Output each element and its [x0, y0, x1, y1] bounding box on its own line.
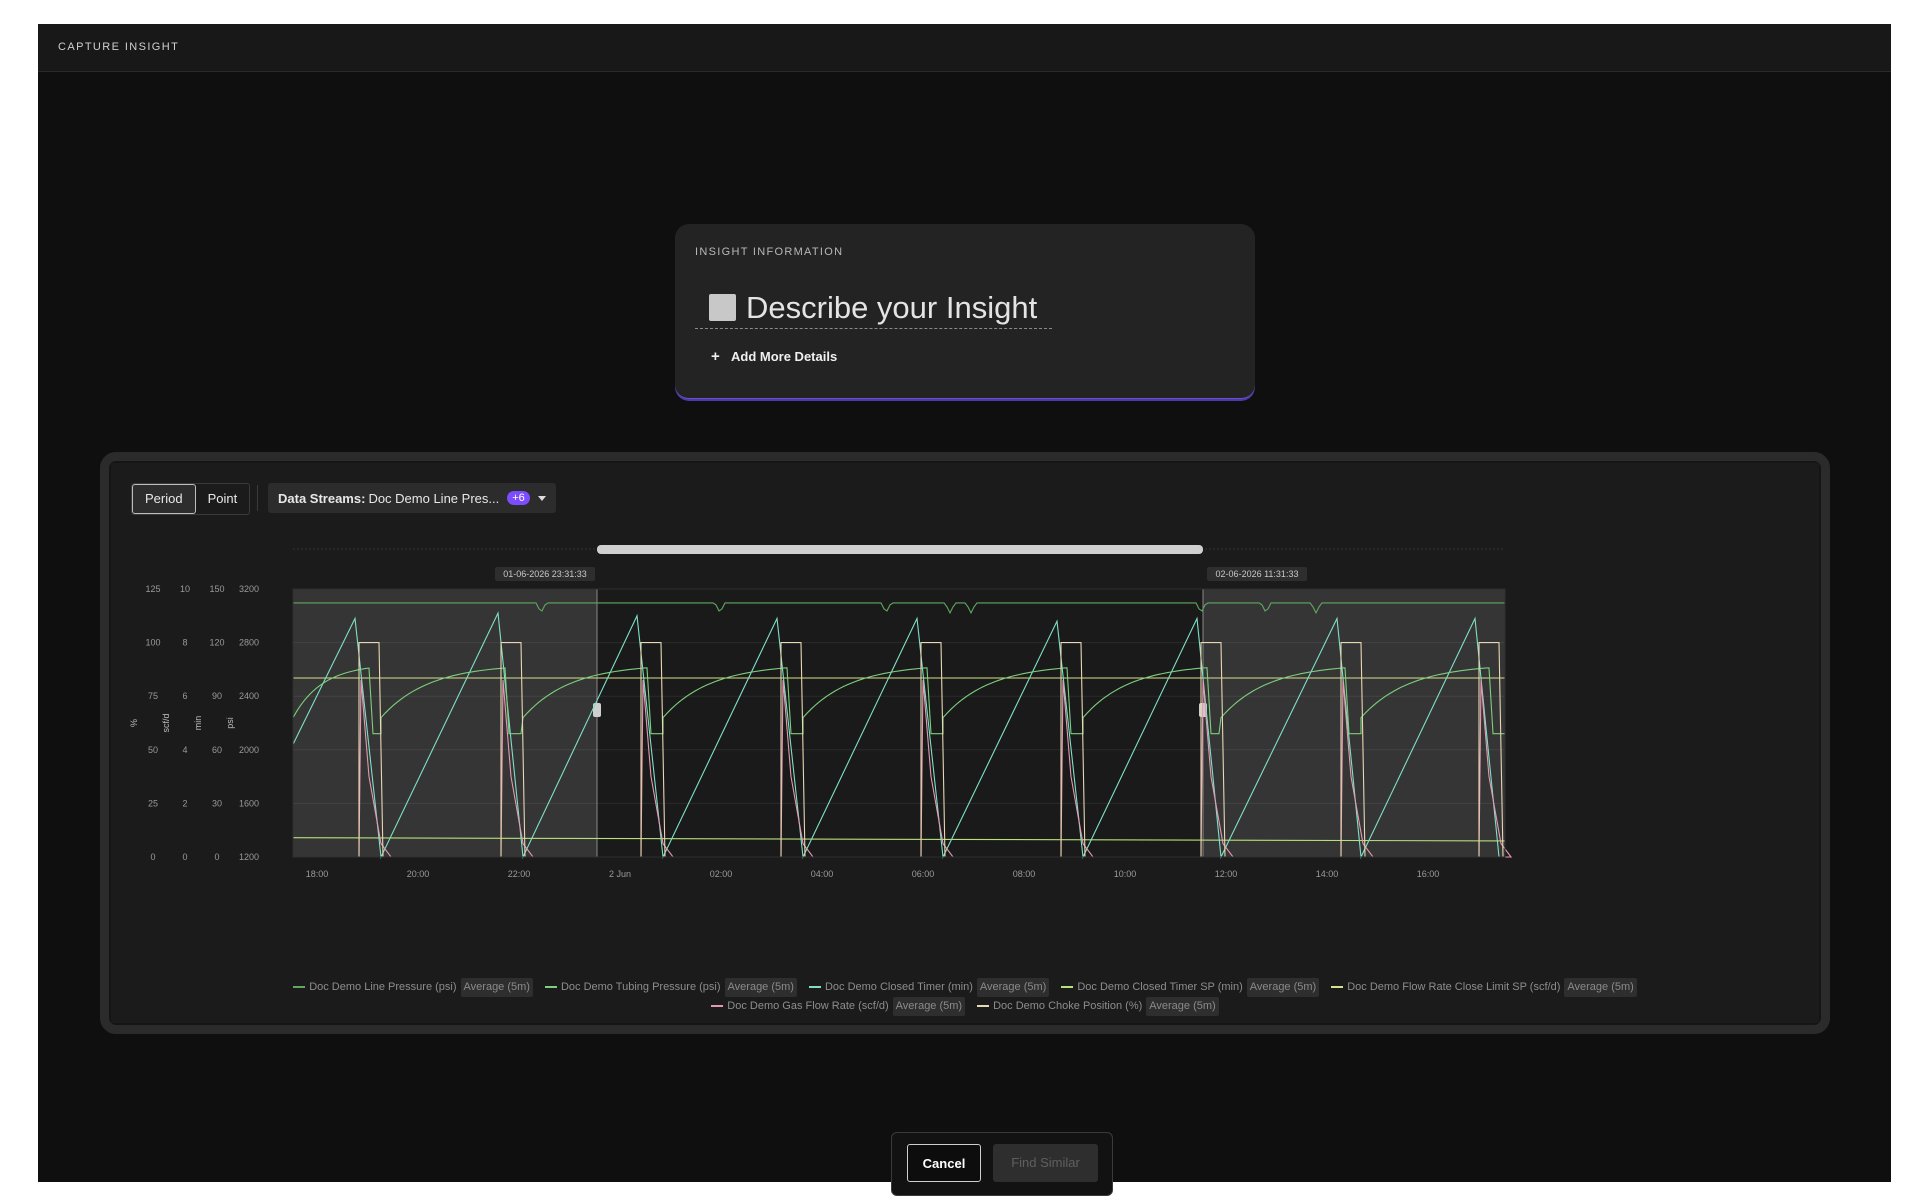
legend-label: Doc Demo Flow Rate Close Limit SP (scf/d… [1347, 981, 1561, 993]
footer-actions: Cancel Find Similar [891, 1132, 1113, 1196]
navigator-handle [597, 545, 1203, 554]
legend-item[interactable]: Doc Demo Tubing Pressure (psi) Average (5… [544, 978, 797, 997]
insight-information-card: INSIGHT INFORMATION Describe your Insigh… [675, 224, 1255, 399]
y-tick-label: 3200 [239, 584, 259, 594]
color-swatch[interactable] [709, 294, 736, 321]
y-tick-label: 100 [145, 638, 160, 648]
legend-aggregation-tag: Average (5m) [1564, 978, 1637, 997]
y-tick-label: 10 [180, 584, 190, 594]
selection-start-label: 01-06-2026 23:31:33 [503, 569, 587, 579]
insight-title-field[interactable]: Describe your Insight [695, 286, 1052, 329]
y-tick-label: 120 [209, 638, 224, 648]
chart-inner: Period Point Data Streams: Doc Demo Line… [111, 463, 1819, 1023]
y-tick-label: 0 [150, 852, 155, 862]
legend-item[interactable]: Doc Demo Line Pressure (psi) Average (5m) [293, 978, 533, 997]
legend-aggregation-tag: Average (5m) [724, 978, 797, 997]
y-tick-label: 2400 [239, 691, 259, 701]
legend-swatch [1061, 986, 1074, 989]
chart-legend: Doc Demo Line Pressure (psi) Average (5m)… [111, 978, 1819, 1016]
x-tick-label: 14:00 [1316, 869, 1339, 879]
legend-item[interactable]: Doc Demo Flow Rate Close Limit SP (scf/d… [1331, 978, 1637, 997]
legend-aggregation-tag: Average (5m) [1246, 978, 1320, 997]
legend-swatch [1331, 986, 1344, 989]
y-tick-label: 50 [148, 745, 158, 755]
selection-end-label: 02-06-2026 11:31:33 [1216, 569, 1299, 579]
legend-item[interactable]: Doc Demo Choke Position (%) Average (5m) [977, 997, 1219, 1016]
y-tick-label: 0 [182, 852, 187, 862]
selection-shade-right [1203, 589, 1505, 857]
y-tick-label: 90 [212, 691, 222, 701]
y-tick-label: 4 [182, 745, 187, 755]
legend-label: Doc Demo Closed Timer SP (min) [1077, 981, 1243, 993]
legend-swatch [808, 986, 821, 989]
add-more-details-label: Add More Details [731, 349, 838, 364]
y-tick-label: 125 [145, 584, 160, 594]
legend-item[interactable]: Doc Demo Closed Timer (min) Average (5m) [808, 978, 1050, 997]
y-tick-label: 2000 [239, 745, 259, 755]
card-heading: INSIGHT INFORMATION [695, 246, 844, 258]
insight-title-text[interactable]: Describe your Insight [746, 290, 1037, 326]
chart-panel: Period Point Data Streams: Doc Demo Line… [100, 452, 1830, 1034]
y-tick-label: 75 [148, 691, 158, 701]
y-tick-label: 25 [148, 798, 158, 808]
legend-swatch [711, 1005, 724, 1008]
legend-aggregation-tag: Average (5m) [1146, 997, 1219, 1016]
legend-aggregation-tag: Average (5m) [460, 978, 533, 997]
legend-item[interactable]: Doc Demo Closed Timer SP (min) Average (5… [1061, 978, 1320, 997]
add-more-details-button[interactable]: + Add More Details [711, 348, 837, 365]
legend-swatch [977, 1005, 990, 1008]
x-tick-label: 10:00 [1114, 869, 1137, 879]
y-tick-label: 150 [209, 584, 224, 594]
y-tick-label: 1200 [239, 852, 259, 862]
x-tick-label: 06:00 [912, 869, 935, 879]
y-tick-label: 6 [182, 691, 187, 701]
x-tick-label: 20:00 [407, 869, 430, 879]
legend-swatch [544, 986, 557, 989]
y-tick-label: 1600 [239, 798, 259, 808]
x-tick-label: 04:00 [811, 869, 834, 879]
y-tick-label: 30 [212, 798, 222, 808]
y-axis-unit: min [193, 716, 203, 731]
x-tick-label: 16:00 [1417, 869, 1440, 879]
cancel-button[interactable]: Cancel [907, 1144, 981, 1182]
x-tick-label: 22:00 [508, 869, 531, 879]
legend-label: Doc Demo Choke Position (%) [993, 1000, 1143, 1012]
legend-swatch [293, 986, 306, 989]
y-axis-unit: scf/d [161, 713, 171, 732]
legend-label: Doc Demo Tubing Pressure (psi) [560, 981, 721, 993]
legend-aggregation-tag: Average (5m) [976, 978, 1050, 997]
capture-insight-window: CAPTURE INSIGHT INSIGHT INFORMATION Desc… [38, 24, 1891, 1196]
y-tick-label: 0 [214, 852, 219, 862]
x-tick-label: 08:00 [1013, 869, 1036, 879]
y-tick-label: 60 [212, 745, 222, 755]
legend-aggregation-tag: Average (5m) [892, 997, 966, 1016]
x-tick-label: 18:00 [306, 869, 329, 879]
find-similar-button[interactable]: Find Similar [993, 1144, 1098, 1182]
time-series-chart[interactable]: 0 0 0 1200 25 2 30 1600 50 4 60 2000 75 6 90 2400 100 8 12… [111, 463, 1819, 973]
x-tick-label: 12:00 [1215, 869, 1238, 879]
top-bar: CAPTURE INSIGHT [38, 24, 1891, 72]
y-tick-label: 8 [182, 638, 187, 648]
x-tick-label: 02:00 [710, 869, 733, 879]
y-tick-label: 2800 [239, 638, 259, 648]
legend-label: Doc Demo Line Pressure (psi) [309, 981, 457, 993]
plus-icon: + [711, 348, 720, 365]
legend-label: Doc Demo Closed Timer (min) [824, 981, 973, 993]
y-axis-unit: % [129, 719, 139, 727]
legend-label: Doc Demo Gas Flow Rate (scf/d) [727, 1000, 889, 1012]
legend-item[interactable]: Doc Demo Gas Flow Rate (scf/d) Average (5… [711, 997, 966, 1016]
x-tick-label: 2 Jun [609, 869, 631, 879]
window-title: CAPTURE INSIGHT [58, 41, 180, 53]
y-axis-unit: psi [225, 717, 235, 729]
y-tick-label: 2 [182, 798, 187, 808]
